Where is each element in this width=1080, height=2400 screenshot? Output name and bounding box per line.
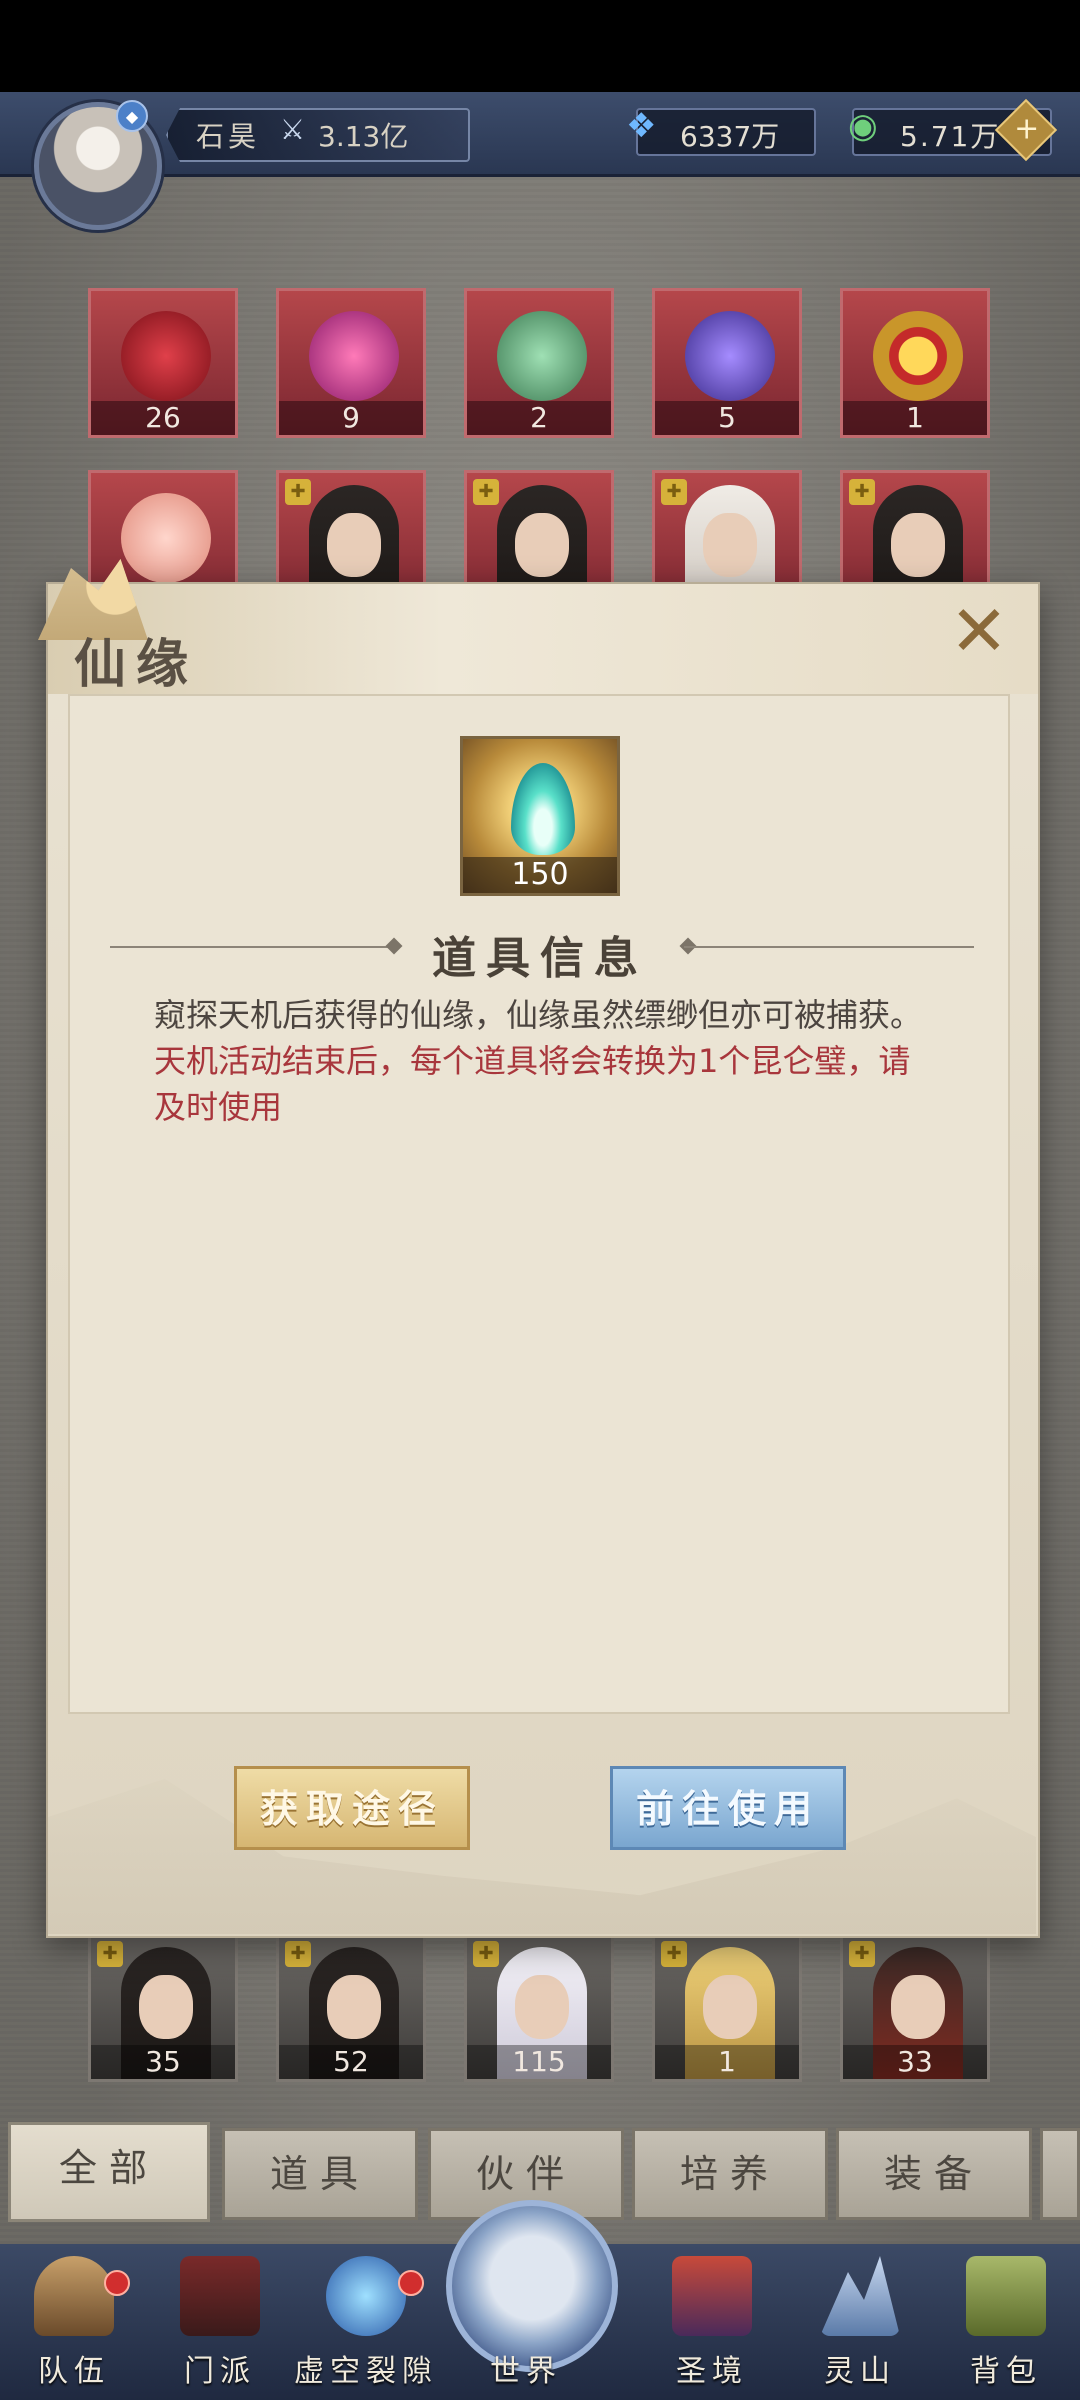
nav-label: 门派 <box>184 2354 256 2389</box>
slot-count: 9 <box>279 401 423 435</box>
puzzle-piece-icon: ✚ <box>285 1941 311 1967</box>
section-title: 道具信息 <box>432 933 648 984</box>
jade-stone-icon <box>497 311 587 401</box>
partner-face <box>327 1975 381 2039</box>
description-text: 窥探天机后获得的仙缘，仙缘虽然缥缈但亦可被捕获。 <box>154 996 923 1034</box>
violet-sphere-icon <box>685 311 775 401</box>
player-name: 石昊 <box>196 120 261 153</box>
close-button[interactable]: ✕ <box>944 596 1014 666</box>
vip-badge-icon: ◆ <box>116 100 148 132</box>
divider-left <box>110 946 396 948</box>
tab-cultivation[interactable]: 培养 <box>632 2128 828 2220</box>
slot-count: 33 <box>843 2045 987 2079</box>
partner-shard-slot[interactable]: ✚ 115 <box>464 1932 614 2082</box>
item-description: 窥探天机后获得的仙缘，仙缘虽然缥缈但亦可被捕获。天机活动结束后，每个道具将会转换… <box>154 992 934 1130</box>
partner-face <box>515 1975 569 2039</box>
partner-shard-slot[interactable]: ✚ 1 <box>652 1932 802 2082</box>
crystal-value: 6337万 <box>680 120 780 153</box>
nav-sect[interactable]: 门派 <box>160 2244 280 2400</box>
partner-face <box>703 513 757 577</box>
go-use-button[interactable]: 前往使用 <box>610 1766 846 1850</box>
slot-count: 115 <box>467 2045 611 2079</box>
nav-holy-realm[interactable]: 圣境 <box>652 2244 772 2400</box>
slot-count: 1 <box>655 2045 799 2079</box>
puzzle-piece-icon: ✚ <box>473 1941 499 1967</box>
backpack-icon <box>966 2256 1046 2336</box>
partner-face <box>891 513 945 577</box>
nav-backpack[interactable]: 背包 <box>946 2244 1066 2400</box>
obtain-source-button[interactable]: 获取途径 <box>234 1766 470 1850</box>
combat-power-value: 3.13亿 <box>318 120 409 153</box>
puzzle-piece-icon: ✚ <box>661 479 687 505</box>
divider-right <box>684 946 974 948</box>
partner-face <box>327 513 381 577</box>
status-bar <box>0 0 1080 92</box>
slot-count: 26 <box>91 401 235 435</box>
puzzle-piece-icon: ✚ <box>849 1941 875 1967</box>
nav-label: 世界 <box>490 2354 562 2389</box>
puzzle-piece-icon: ✚ <box>473 479 499 505</box>
tab-equipment[interactable]: 装备 <box>836 2128 1032 2220</box>
temple-icon <box>672 2256 752 2336</box>
description-warning: 天机活动结束后，每个道具将会转换为1个昆仑璧，请及时使用 <box>154 1042 911 1126</box>
nav-world[interactable]: 世界 <box>466 2244 586 2400</box>
lotus-icon <box>121 493 211 583</box>
slot-count: 1 <box>843 401 987 435</box>
mountain-icon <box>820 2256 900 2336</box>
spirit-flame-icon <box>511 763 575 855</box>
partner-face <box>703 1975 757 2039</box>
nav-label: 虚空裂隙 <box>294 2354 438 2389</box>
pavilion-icon <box>180 2256 260 2336</box>
slot-count: 52 <box>279 2045 423 2079</box>
item-count: 150 <box>463 857 617 893</box>
slot-count: 35 <box>91 2045 235 2079</box>
red-token-icon <box>121 311 211 401</box>
nav-void-rift[interactable]: 虚空裂隙 <box>294 2244 432 2400</box>
partner-shard-slot[interactable]: ✚ 35 <box>88 1932 238 2082</box>
partner-shard-slot[interactable]: ✚ 52 <box>276 1932 426 2082</box>
jade-value: 5.71万 <box>900 120 1001 153</box>
partner-face <box>139 1975 193 2039</box>
slot-count: 2 <box>467 401 611 435</box>
partner-shard-slot[interactable]: ✚ 33 <box>840 1932 990 2082</box>
puzzle-piece-icon: ✚ <box>285 479 311 505</box>
crystal-icon: ❖ <box>626 106 657 146</box>
jade-icon: ◉ <box>848 106 878 146</box>
partner-face <box>891 1975 945 2039</box>
nav-label: 圣境 <box>676 2354 748 2389</box>
nav-team[interactable]: 队伍 <box>14 2244 134 2400</box>
inventory-slot[interactable]: 26 <box>88 288 238 438</box>
puzzle-piece-icon: ✚ <box>849 479 875 505</box>
gold-ring-icon <box>873 311 963 401</box>
tab-items[interactable]: 道具 <box>222 2128 418 2220</box>
inventory-slot[interactable]: 2 <box>464 288 614 438</box>
nav-label: 灵山 <box>824 2354 896 2389</box>
modal-title: 仙缘 <box>74 634 199 695</box>
inventory-slot[interactable]: 9 <box>276 288 426 438</box>
nav-spirit-mountain[interactable]: 灵山 <box>800 2244 920 2400</box>
item-icon-box: 150 <box>460 736 620 896</box>
hat-icon <box>34 2256 114 2336</box>
plus-icon: + <box>1014 111 1040 147</box>
partner-face <box>515 513 569 577</box>
inventory-slot[interactable]: 1 <box>840 288 990 438</box>
notification-dot <box>104 2270 130 2296</box>
nav-label: 背包 <box>970 2354 1042 2389</box>
tab-all[interactable]: 全部 <box>8 2122 210 2222</box>
puzzle-piece-icon: ✚ <box>97 1941 123 1967</box>
inventory-slot[interactable]: 5 <box>652 288 802 438</box>
close-icon: ✕ <box>949 590 1009 672</box>
nav-label: 队伍 <box>38 2354 110 2389</box>
puzzle-piece-icon: ✚ <box>661 1941 687 1967</box>
tab-more-partial[interactable] <box>1040 2128 1080 2220</box>
slot-count: 5 <box>655 401 799 435</box>
combat-power-icon: ⚔ <box>280 113 306 146</box>
notification-dot <box>398 2270 424 2296</box>
vortex-icon <box>326 2256 406 2336</box>
purple-orb-icon <box>309 311 399 401</box>
